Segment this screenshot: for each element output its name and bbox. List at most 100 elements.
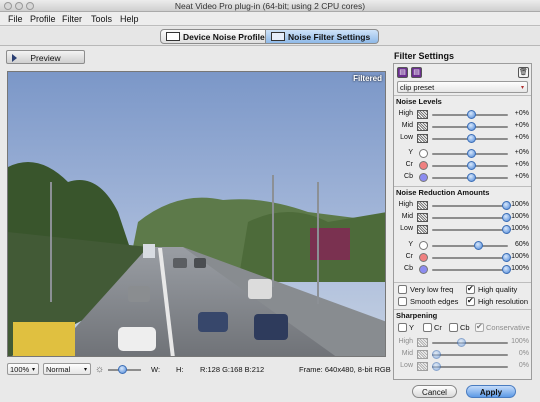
slider-row-high: High 100%	[394, 337, 531, 348]
filter-settings-sidebar: Filter Settings ▤ ▤ 🗑 clip preset ▾ Noise…	[392, 48, 532, 380]
slider-value: 100%	[511, 338, 529, 345]
slider-value: 100%	[511, 265, 529, 272]
brightness-slider-track[interactable]	[108, 365, 141, 374]
load-preset-icon[interactable]: ▤	[397, 67, 408, 78]
preset-select[interactable]: clip preset ▾	[397, 81, 528, 93]
pixel-color-readout: R:128 G:168 B:212	[200, 365, 265, 374]
slider-knob[interactable]	[502, 265, 511, 274]
frequency-pattern-icon	[417, 350, 428, 359]
frequency-pattern-icon	[417, 122, 428, 131]
slider-value: 60%	[514, 241, 529, 248]
slider-value: 100%	[511, 201, 529, 208]
slider-track[interactable]	[432, 229, 508, 231]
slider-value: 0%	[518, 362, 529, 369]
save-preset-icon[interactable]: ▤	[411, 67, 422, 78]
very-low-freq-checkbox[interactable]	[398, 285, 407, 294]
conservative-checkbox[interactable]	[475, 322, 484, 332]
slider-knob[interactable]	[432, 350, 441, 359]
slider-knob[interactable]	[467, 122, 476, 131]
tab-bar: Device Noise Profile Noise Filter Settin…	[0, 27, 540, 46]
slider-track[interactable]	[432, 269, 508, 271]
slider-knob[interactable]	[502, 213, 511, 222]
slider-knob[interactable]	[474, 241, 483, 250]
sharpen-cr-checkbox[interactable]	[423, 323, 432, 332]
slider-knob[interactable]	[467, 149, 476, 158]
slider-knob[interactable]	[467, 161, 476, 170]
tab-noise-filter-settings[interactable]: Noise Filter Settings	[266, 29, 379, 44]
channel-color-icon	[419, 161, 428, 170]
slider-track[interactable]	[432, 217, 508, 219]
slider-label: Cr	[405, 253, 413, 260]
slider-knob[interactable]	[467, 173, 476, 182]
sharpen-cb-checkbox[interactable]	[449, 323, 458, 332]
menu-tools[interactable]: Tools	[91, 14, 112, 24]
menu-file[interactable]: File	[8, 14, 23, 24]
slider-knob[interactable]	[502, 201, 511, 210]
slider-knob[interactable]	[467, 134, 476, 143]
chevron-down-icon: ▾	[83, 367, 87, 373]
slider-knob[interactable]	[502, 225, 511, 234]
menu-help[interactable]: Help	[120, 14, 139, 24]
slider-track[interactable]	[432, 366, 508, 368]
slider-value: +0%	[514, 149, 529, 156]
divider	[394, 95, 531, 96]
trash-icon[interactable]: 🗑	[518, 67, 529, 78]
slider-value: 0%	[518, 350, 529, 357]
channel-color-icon	[419, 173, 428, 182]
video-preview[interactable]: Filtered	[7, 71, 386, 357]
sharpen-y-checkbox[interactable]	[398, 323, 407, 332]
zoom-select[interactable]: 100% ▾	[7, 363, 39, 375]
title-bar: Neat Video Pro plug-in (64-bit; using 2 …	[0, 0, 540, 12]
slider-row-low: Low 100%	[394, 224, 531, 235]
frequency-pattern-icon	[417, 134, 428, 143]
slider-row-cr: Cr +0%	[394, 160, 531, 171]
tab-label: Device Noise Profile	[183, 32, 265, 42]
slider-track[interactable]	[432, 342, 508, 344]
video-frame	[8, 72, 385, 356]
divider	[394, 309, 531, 310]
slider-label: Mid	[401, 122, 413, 129]
slider-track[interactable]	[432, 354, 508, 356]
sharpening-title: Sharpening	[396, 311, 438, 320]
slider-label: Y	[408, 241, 413, 248]
smooth-edges-label: Smooth edges	[410, 297, 459, 306]
menu-profile[interactable]: Profile	[30, 14, 56, 24]
noise-levels-title: Noise Levels	[396, 97, 442, 106]
slider-label: Cb	[404, 173, 413, 180]
view-mode-select[interactable]: Normal ▾	[43, 363, 91, 375]
high-resolution-label: High resolution	[478, 297, 529, 306]
smooth-edges-checkbox[interactable]	[398, 297, 407, 306]
apply-button[interactable]: Apply	[466, 385, 516, 398]
slider-row-low: Low 0%	[394, 361, 531, 372]
slider-row-y: Y 60%	[394, 240, 531, 251]
preview-status-bar: 100% ▾ Normal ▾ ☼ W: H: R:128 G:168 B:212 …	[7, 363, 391, 377]
slider-label: Cb	[404, 265, 413, 272]
slider-value: +0%	[514, 161, 529, 168]
frequency-pattern-icon	[417, 201, 428, 210]
tab-device-noise-profile[interactable]: Device Noise Profile	[160, 29, 266, 44]
slider-row-mid: Mid 0%	[394, 349, 531, 360]
device-profile-icon	[166, 32, 180, 41]
slider-label: Low	[400, 225, 413, 232]
cancel-button[interactable]: Cancel	[412, 385, 457, 398]
high-quality-checkbox[interactable]	[466, 284, 475, 294]
sharpen-cr-label: Cr	[434, 323, 442, 332]
slider-track[interactable]	[432, 205, 508, 207]
filter-settings-header: Filter Settings	[394, 51, 455, 61]
slider-track[interactable]	[432, 257, 508, 259]
high-resolution-checkbox[interactable]	[466, 296, 475, 306]
preview-button[interactable]: Preview	[6, 50, 85, 64]
slider-knob[interactable]	[432, 362, 441, 371]
menu-filter[interactable]: Filter	[62, 14, 82, 24]
slider-label: High	[398, 201, 413, 208]
brightness-slider-knob[interactable]	[118, 365, 127, 374]
plugin-window: Neat Video Pro plug-in (64-bit; using 2 …	[0, 0, 540, 402]
menu-bar: File Profile Filter Tools Help	[0, 12, 540, 26]
slider-knob[interactable]	[502, 253, 511, 262]
slider-value: +0%	[514, 122, 529, 129]
slider-track[interactable]	[432, 245, 508, 247]
slider-knob[interactable]	[456, 338, 466, 347]
slider-knob[interactable]	[467, 110, 476, 119]
slider-value: 100%	[511, 225, 529, 232]
channel-color-icon	[419, 241, 428, 250]
